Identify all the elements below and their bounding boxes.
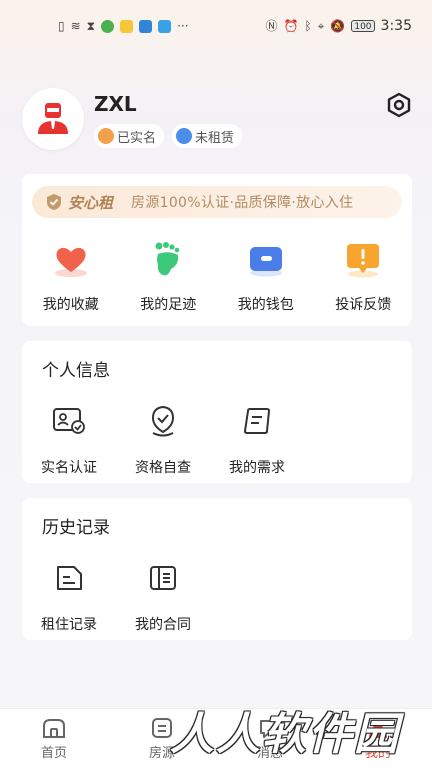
verified-icon xyxy=(98,128,114,144)
clock: 3:35 xyxy=(380,18,412,34)
app-notification-icon xyxy=(158,19,172,33)
my-contracts-label: 我的合同 xyxy=(135,617,191,633)
profile-badges: 已实名 未租赁 xyxy=(94,124,243,148)
real-name-auth-button[interactable]: 实名认证 xyxy=(22,401,116,477)
wallet-button[interactable]: 我的钱包 xyxy=(217,240,315,314)
more-notifications-icon: ··· xyxy=(177,19,189,33)
renting-status-badge[interactable]: 未租赁 xyxy=(172,124,243,148)
username: ZXL xyxy=(94,92,137,116)
status-left: ▯ ≋ ⧗ ··· xyxy=(58,19,189,33)
alarm-icon: ⏰ xyxy=(283,19,299,33)
banner-subtitle: 房源100%认证·品质保障·放心入住 xyxy=(131,195,354,211)
renting-status-label: 未租赁 xyxy=(195,130,235,146)
house-icon xyxy=(176,128,193,144)
app-notification-icon xyxy=(139,19,153,33)
history-title: 历史记录 xyxy=(42,518,110,538)
wallet-icon xyxy=(246,240,286,280)
qualification-check-icon xyxy=(143,401,183,441)
location-icon: ⌖ xyxy=(317,19,325,33)
complaint-label: 投诉反馈 xyxy=(335,297,392,313)
watermark: 人人软件园 xyxy=(170,709,400,760)
settings-icon[interactable] xyxy=(386,92,412,118)
my-contracts-button[interactable]: 我的合同 xyxy=(116,558,210,634)
status-right: Ⓝ ⏰ ᛒ ⌖ 🔕 100 3:35 xyxy=(265,18,412,34)
qualification-check-label: 资格自查 xyxy=(135,460,191,476)
rental-record-icon xyxy=(49,558,89,598)
bluetooth-icon: ᛒ xyxy=(304,19,312,33)
user-avatar-icon xyxy=(38,103,68,134)
qualification-check-button[interactable]: 资格自查 xyxy=(116,401,210,477)
history-grid: 租住记录 我的合同 xyxy=(22,558,210,634)
footprints-button[interactable]: 我的足迹 xyxy=(120,240,218,314)
verified-badge[interactable]: 已实名 xyxy=(94,124,165,148)
footprints-label: 我的足迹 xyxy=(140,297,197,313)
wallet-label: 我的钱包 xyxy=(237,297,294,313)
home-icon xyxy=(43,719,65,738)
sim-alert-icon: ▯ xyxy=(58,19,65,33)
rental-records-label: 租住记录 xyxy=(41,617,97,633)
verified-badge-label: 已实名 xyxy=(117,130,157,146)
hourglass-icon: ⧗ xyxy=(86,19,96,33)
avatar[interactable] xyxy=(22,88,84,150)
favorites-label: 我的收藏 xyxy=(42,297,99,313)
rental-records-button[interactable]: 租住记录 xyxy=(22,558,116,634)
personal-info-title: 个人信息 xyxy=(42,361,110,381)
nfc-icon: Ⓝ xyxy=(265,19,278,33)
my-requirements-label: 我的需求 xyxy=(229,460,285,476)
app-notification-icon xyxy=(101,19,115,33)
quick-actions-card: 安心租 房源100%认证·品质保障·放心入住 我的收藏 我的足迹 我的钱包 投诉… xyxy=(22,174,412,326)
contract-icon xyxy=(143,558,183,598)
complaint-button[interactable]: 投诉反馈 xyxy=(315,240,413,314)
personal-info-card: 个人信息 实名认证 资格自查 我的需求 xyxy=(22,341,412,483)
document-icon xyxy=(237,401,277,441)
tab-home-label: 首页 xyxy=(40,746,67,761)
complaint-icon xyxy=(343,240,383,280)
heart-icon xyxy=(51,240,91,280)
mute-icon: 🔕 xyxy=(330,19,346,33)
app-notification-icon xyxy=(120,19,134,33)
anxinzu-banner[interactable]: 安心租 房源100%认证·品质保障·放心入住 xyxy=(32,186,402,218)
tab-home[interactable]: 首页 xyxy=(0,709,108,768)
favorites-button[interactable]: 我的收藏 xyxy=(22,240,120,314)
quick-actions-grid: 我的收藏 我的足迹 我的钱包 投诉反馈 xyxy=(22,240,412,314)
profile-header: ZXL 已实名 未租赁 xyxy=(22,88,414,152)
banner-title: 安心租 xyxy=(68,193,114,212)
footprint-icon xyxy=(148,240,188,280)
my-requirements-button[interactable]: 我的需求 xyxy=(210,401,304,477)
personal-info-grid: 实名认证 资格自查 我的需求 xyxy=(22,401,304,477)
status-bar: ▯ ≋ ⧗ ··· Ⓝ ⏰ ᛒ ⌖ 🔕 100 3:35 xyxy=(0,0,432,52)
real-name-auth-label: 实名认证 xyxy=(41,460,97,476)
id-card-icon xyxy=(49,401,89,441)
battery-icon: 100 xyxy=(351,20,375,32)
history-card: 历史记录 租住记录 我的合同 xyxy=(22,498,412,640)
shield-check-icon xyxy=(47,194,61,210)
wifi-icon: ≋ xyxy=(70,19,81,33)
